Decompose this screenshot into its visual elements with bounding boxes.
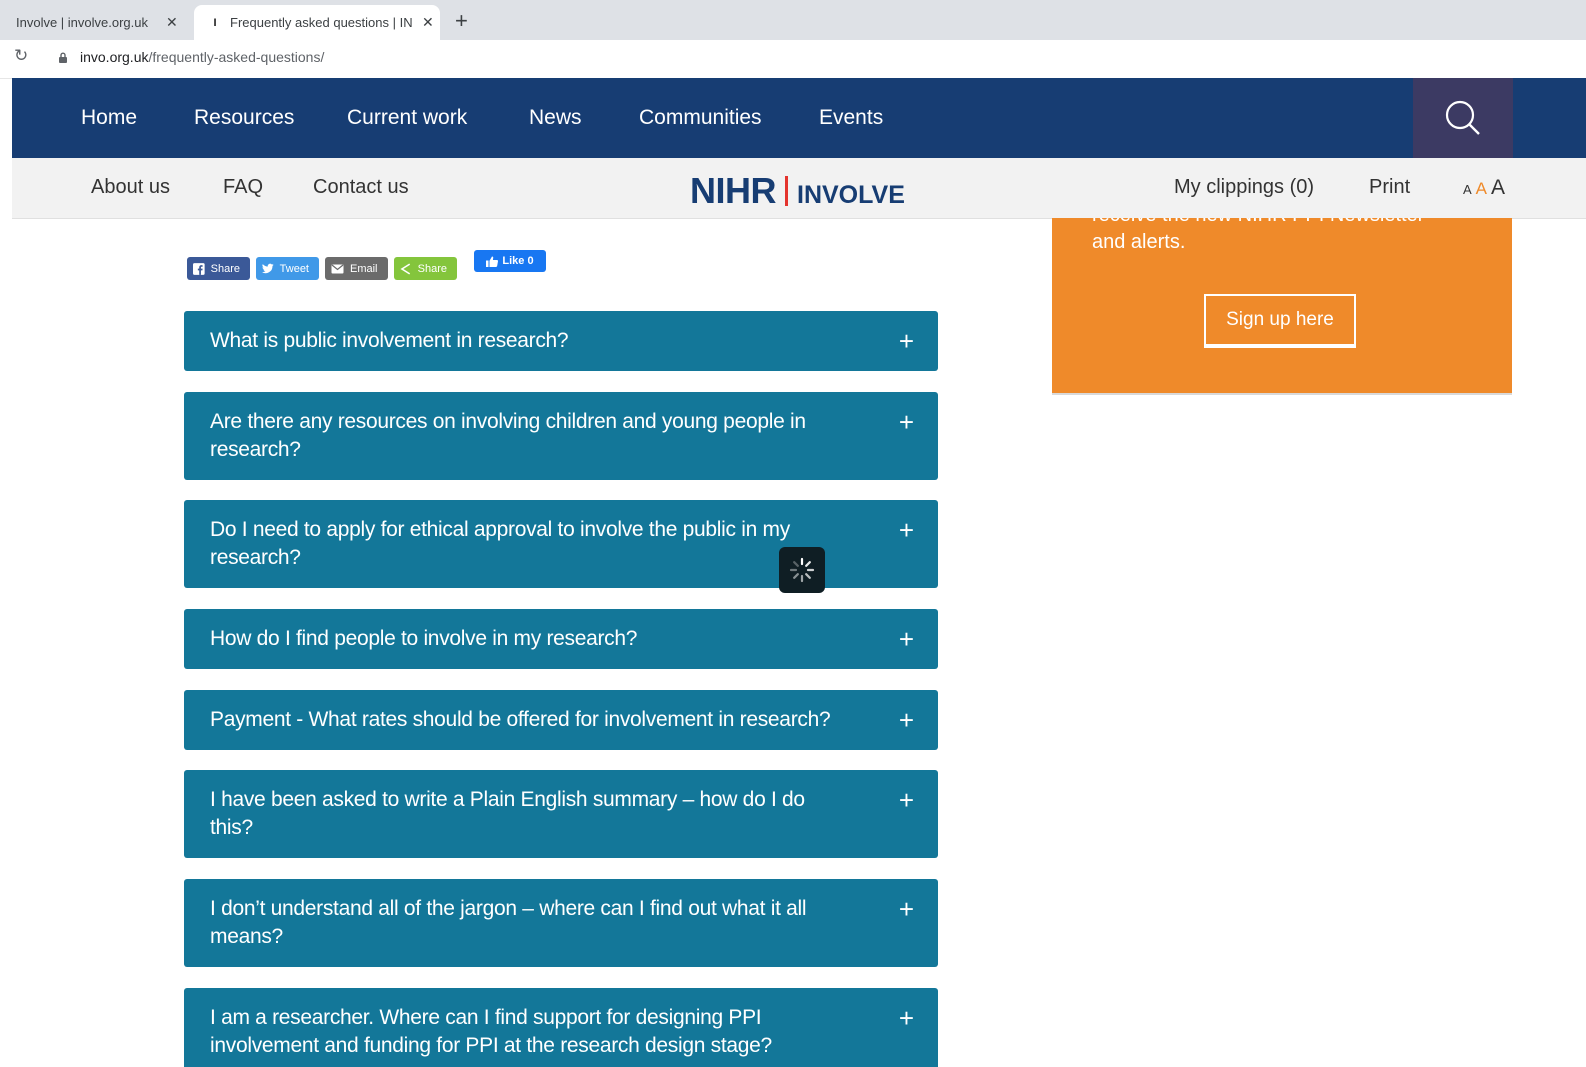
plus-icon[interactable]: + — [899, 706, 914, 734]
print-link[interactable]: Print — [1369, 176, 1410, 199]
logo-nihr: NIHR — [690, 170, 777, 211]
signup-clipped-text: receive the new NIHR PPI Newsletter — [1092, 218, 1424, 227]
email-share-button[interactable]: Email — [325, 257, 388, 280]
twitter-share-button[interactable]: Tweet — [256, 257, 319, 280]
signup-text: and alerts. — [1092, 231, 1186, 253]
email-label: Email — [350, 262, 378, 275]
faq-question: Do I need to apply for ethical approval … — [210, 518, 790, 569]
faq-item[interactable]: Payment - What rates should be offered f… — [184, 690, 938, 750]
newsletter-signup-box: receive the new NIHR PPI Newsletter and … — [1052, 218, 1512, 395]
plus-icon[interactable]: + — [899, 625, 914, 653]
tab-title: Involve | involve.org.uk — [16, 15, 148, 30]
search-icon — [1445, 100, 1480, 135]
spinner-icon — [789, 557, 815, 583]
favicon-icon: I — [213, 16, 217, 29]
faq-question: I have been asked to write a Plain Engli… — [210, 788, 805, 839]
reload-icon[interactable]: ↻ — [14, 46, 28, 66]
close-icon[interactable]: ✕ — [166, 14, 178, 31]
nav-current-work[interactable]: Current work — [347, 106, 467, 130]
url-path: /frequently-asked-questions/ — [148, 49, 325, 65]
faq-question: Are there any resources on involving chi… — [210, 410, 806, 461]
nav-faq[interactable]: FAQ — [223, 176, 263, 199]
close-icon[interactable]: ✕ — [422, 14, 434, 31]
nav-contact-us[interactable]: Contact us — [313, 176, 409, 199]
text-size-controls: A A A — [1463, 176, 1505, 200]
facebook-icon — [193, 262, 205, 275]
faq-item[interactable]: I am a researcher. Where can I find supp… — [184, 988, 938, 1067]
plus-icon[interactable]: + — [899, 516, 914, 544]
nihr-involve-logo[interactable]: NIHR INVOLVE — [690, 170, 905, 212]
share-icon — [400, 262, 411, 275]
text-size-small[interactable]: A — [1463, 182, 1472, 197]
lock-icon — [59, 52, 67, 63]
faq-question: What is public involvement in research? — [210, 329, 569, 352]
text-size-medium[interactable]: A — [1476, 179, 1487, 199]
faq-item[interactable]: Are there any resources on involving chi… — [184, 392, 938, 480]
generic-share-button[interactable]: Share — [394, 257, 457, 280]
my-clippings-link[interactable]: My clippings (0) — [1174, 176, 1314, 199]
plus-icon[interactable]: + — [899, 895, 914, 923]
plus-icon[interactable]: + — [899, 1004, 914, 1032]
faq-item[interactable]: I have been asked to write a Plain Engli… — [184, 770, 938, 858]
faq-item[interactable]: How do I find people to involve in my re… — [184, 609, 938, 669]
faq-question: How do I find people to involve in my re… — [210, 627, 638, 650]
faq-question: I am a researcher. Where can I find supp… — [210, 1006, 772, 1057]
thumbs-up-icon — [486, 256, 499, 267]
search-button[interactable] — [1413, 78, 1513, 158]
faq-question: Payment - What rates should be offered f… — [210, 708, 831, 731]
tweet-label: Tweet — [279, 262, 309, 275]
faq-item[interactable]: What is public involvement in research? … — [184, 311, 938, 371]
nav-news[interactable]: News — [529, 106, 582, 130]
facebook-like-button[interactable]: Like 0 — [474, 250, 546, 272]
loading-spinner — [779, 547, 825, 593]
faq-question: I don’t understand all of the jargon – w… — [210, 897, 807, 948]
faq-item[interactable]: I don’t understand all of the jargon – w… — [184, 879, 938, 967]
browser-tab-faq[interactable]: I Frequently asked questions | INVOLVE ✕ — [194, 5, 440, 40]
email-icon — [331, 264, 344, 273]
like-label: Like 0 — [502, 255, 534, 267]
tab-title: Frequently asked questions | INVOLVE — [230, 15, 412, 30]
nav-events[interactable]: Events — [819, 106, 883, 130]
nav-resources[interactable]: Resources — [194, 106, 294, 130]
nav-home[interactable]: Home — [81, 106, 137, 130]
facebook-share-button[interactable]: Share — [187, 257, 250, 280]
share-label: Share — [417, 262, 447, 275]
plus-icon[interactable]: + — [899, 327, 914, 355]
plus-icon[interactable]: + — [899, 408, 914, 436]
new-tab-icon[interactable]: + — [455, 8, 468, 34]
url-host: invo.org.uk — [80, 49, 149, 65]
twitter-icon — [262, 263, 274, 274]
logo-involve: INVOLVE — [797, 180, 905, 209]
browser-tab-involve[interactable]: Involve | involve.org.uk ✕ — [0, 5, 192, 40]
address-bar[interactable]: invo.org.uk/frequently-asked-questions/ — [80, 49, 324, 65]
sign-up-button[interactable]: Sign up here — [1204, 294, 1356, 348]
text-size-large[interactable]: A — [1491, 176, 1505, 200]
logo-divider — [785, 176, 788, 206]
nav-communities[interactable]: Communities — [639, 106, 762, 130]
plus-icon[interactable]: + — [899, 786, 914, 814]
nav-about-us[interactable]: About us — [91, 176, 170, 199]
share-label: Share — [210, 262, 240, 275]
